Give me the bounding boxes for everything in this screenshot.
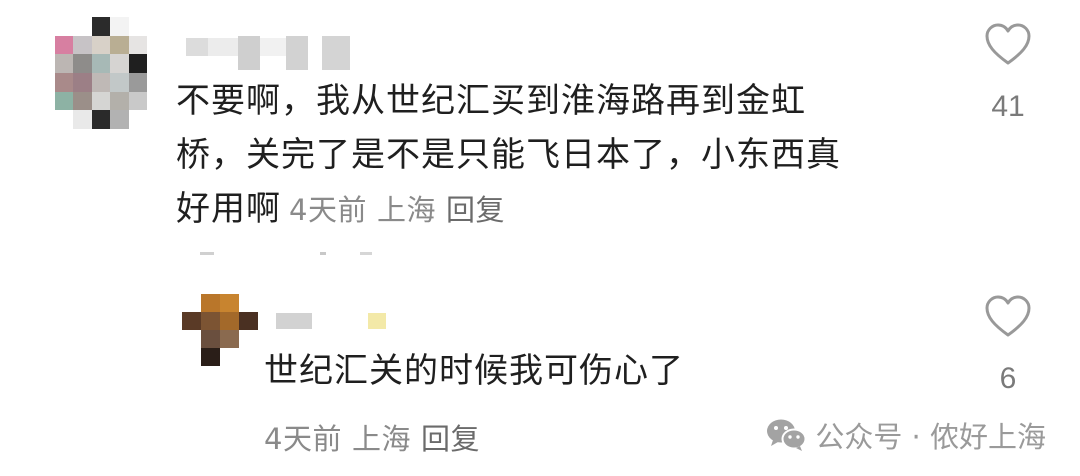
username-redacted[interactable] — [186, 36, 350, 72]
watermark-text: 公众号 · 侬好上海 — [815, 420, 1046, 454]
reply-meta: 4天前 上海 回复 — [264, 416, 490, 458]
wechat-icon — [767, 419, 807, 451]
reply-location: 上海 — [351, 422, 411, 456]
reply-like-count: 6 — [999, 362, 1017, 395]
comment-meta: 4天前 上海 回复 — [289, 193, 515, 227]
reply-avatar[interactable] — [182, 294, 258, 366]
reply-text: 世纪汇关的时候我可伤心了 — [264, 351, 684, 391]
comment-location: 上海 — [376, 193, 436, 227]
comment-item: 不要啊，我从世纪汇买到淮海路再到金虹 桥，关完了是不是只能飞日本了，小东西真 好… — [0, 0, 1080, 260]
reply-time: 4天前 — [264, 422, 342, 456]
avatar[interactable] — [55, 17, 147, 129]
reply-username-redacted[interactable] — [276, 313, 386, 329]
like-button[interactable]: 41 — [968, 22, 1048, 124]
reply-like-button[interactable]: 6 — [968, 294, 1048, 396]
comment-time: 4天前 — [289, 193, 367, 227]
heart-icon — [985, 295, 1031, 337]
comment-text: 不要啊，我从世纪汇买到淮海路再到金虹 桥，关完了是不是只能飞日本了，小东西真 好… — [176, 81, 841, 229]
reply-button[interactable]: 回复 — [446, 193, 505, 227]
heart-icon — [985, 23, 1031, 65]
watermark: 公众号 · 侬好上海 — [765, 414, 1046, 456]
reply-reply-button[interactable]: 回复 — [421, 422, 480, 456]
cut-off-fragment — [200, 252, 372, 255]
like-count: 41 — [991, 90, 1025, 123]
